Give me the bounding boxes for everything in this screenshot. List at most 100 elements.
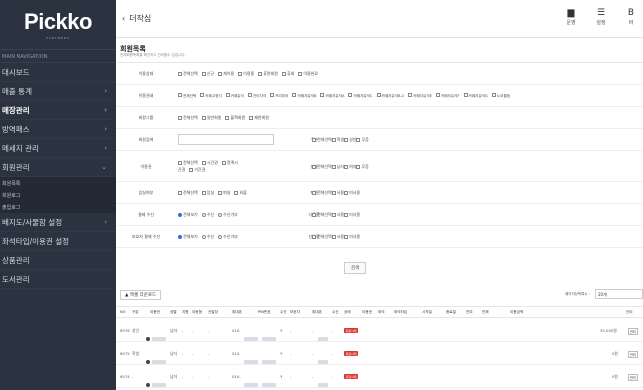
checkbox-option[interactable]: 신규	[201, 71, 214, 76]
column-header[interactable]: 지원	[182, 310, 189, 315]
column-header[interactable]: NO	[120, 310, 126, 314]
sidebar-item-members[interactable]: 회원관리 ⌄	[0, 158, 116, 177]
column-header[interactable]: 신발장	[208, 310, 218, 315]
checkbox-option[interactable]: 사용	[331, 190, 344, 195]
checkbox-option[interactable]: 시간권	[201, 160, 218, 165]
checkbox-option[interactable]: 성인	[344, 137, 356, 142]
back-button[interactable]: ‹ 더작심	[122, 13, 151, 24]
search-button[interactable]: 검색	[344, 262, 366, 274]
checkbox-option[interactable]: 외출	[234, 190, 247, 195]
radio-option[interactable]: 전체보기	[178, 234, 198, 239]
sidebar-item-quarantine[interactable]: 방역패스 ›	[0, 120, 116, 139]
delete-member-badge[interactable]: 회원삭제	[344, 351, 359, 356]
manage-button[interactable]: 관리	[628, 351, 638, 358]
checkbox-option[interactable]: 제한회원	[249, 115, 269, 120]
sidebar-subitem-entry-log[interactable]: 출입로그	[0, 201, 116, 213]
sidebar-subitem-member-log[interactable]: 회원로그	[0, 189, 116, 201]
column-header[interactable]: 잔체	[482, 310, 489, 315]
checkbox-option[interactable]: 전체선택	[312, 137, 332, 142]
checkbox-option[interactable]: 무응	[356, 164, 369, 169]
sidebar-item-store[interactable]: 매장관리 ›	[0, 101, 116, 120]
checkbox-option[interactable]: 전체선택	[178, 115, 198, 120]
checkbox-option[interactable]: 전체선택	[178, 93, 196, 98]
checkbox-option[interactable]: 관리자석	[248, 93, 266, 98]
checkbox-option[interactable]: 카페고정석	[200, 93, 222, 98]
radio-option[interactable]: 수신	[201, 234, 214, 239]
operation-button[interactable]: ▆ 운영	[559, 8, 583, 26]
column-header[interactable]: 관리	[626, 310, 633, 315]
column-header[interactable]: 성별	[170, 310, 177, 315]
perpage-select[interactable]: 20개	[595, 289, 643, 299]
checkbox-option[interactable]: 전체선택	[312, 234, 332, 239]
sidebar-item-messages[interactable]: 메세지 관리 ›	[0, 139, 116, 158]
checkbox-option[interactable]: 전체선택	[178, 190, 198, 195]
checkbox-option[interactable]: 전체선택	[312, 164, 332, 169]
radio-option[interactable]: 수신	[201, 212, 214, 217]
checkbox-option[interactable]: 카페자유석C	[348, 93, 373, 98]
checkbox-option[interactable]: 휴면회원	[258, 71, 278, 76]
checkbox-option[interactable]: 퇴실	[218, 190, 230, 195]
checkbox-option[interactable]: 카페자유석A	[320, 93, 344, 98]
delete-member-badge[interactable]: 회원삭제	[344, 328, 359, 333]
radio-option[interactable]: 전체보기	[178, 212, 198, 217]
checkbox-option[interactable]: 이용완료	[298, 71, 318, 76]
checkbox-option[interactable]: 카페자유석F	[435, 93, 460, 98]
checkbox-option[interactable]: 블랙회원	[225, 115, 245, 120]
checkbox-option[interactable]: 카페자유석G	[463, 93, 488, 98]
b-button[interactable]: B 바	[619, 8, 643, 26]
checkbox-option[interactable]: 기간권	[189, 167, 205, 172]
radio-option[interactable]: 수신거부	[218, 234, 238, 239]
column-header[interactable]: 시작일	[422, 310, 432, 315]
sidebar-item-products[interactable]: 상품관리	[0, 251, 116, 270]
logo[interactable]: Pickko PARTNERS	[0, 0, 116, 50]
sidebar-subitem-member-list[interactable]: 회원목록	[0, 177, 116, 189]
radio-option[interactable]: 수신거부	[218, 212, 238, 217]
checkbox-option[interactable]: 재이용	[218, 71, 234, 76]
checkbox-option[interactable]: 미사용	[344, 190, 360, 195]
settings-button[interactable]: ☰ 설정	[589, 8, 613, 26]
sidebar-item-sales[interactable]: 매출 통계 ›	[0, 82, 116, 101]
sidebar-item-dashboard[interactable]: 대시보드	[0, 63, 116, 82]
checkbox-option[interactable]: 일반회원	[201, 115, 221, 120]
column-header[interactable]: 이동형	[192, 310, 202, 315]
table-row[interactable]: 6575학생남자---010-Y---신규회원삭제0원관리	[116, 342, 643, 365]
checkbox-option[interactable]: 미사용	[344, 212, 360, 217]
column-header[interactable]: 종료일	[446, 310, 456, 315]
checkbox-option[interactable]: 남자	[331, 164, 344, 169]
checkbox-option[interactable]: 카페자유석B-2	[376, 93, 404, 98]
checkbox-option[interactable]: 학생	[331, 137, 344, 142]
checkbox-option[interactable]: 휴회	[281, 71, 294, 76]
checkbox-option[interactable]: 전체선택	[178, 160, 198, 165]
checkbox-option[interactable]: 프리미어	[270, 93, 288, 98]
checkbox-option[interactable]: 무응	[356, 137, 369, 142]
checkbox-option[interactable]: 카페자유석E	[408, 93, 432, 98]
column-header[interactable]: PIN번호	[258, 310, 271, 315]
checkbox-option[interactable]: 미사용	[344, 234, 360, 239]
checkbox-option[interactable]: 카페자유석B	[292, 93, 316, 98]
delete-member-badge[interactable]: 회원삭제	[344, 374, 359, 379]
sidebar-item-seat-type[interactable]: 좌석타입/이용권 설정	[0, 232, 116, 251]
column-header[interactable]: 좌석타입	[394, 310, 407, 315]
checkbox-option[interactable]: 전체선택	[312, 212, 332, 217]
column-header[interactable]: 휴대폰	[312, 310, 322, 315]
table-row[interactable]: 6576성인남자---010-Y---신규회원삭제30,000원관리	[116, 319, 643, 342]
column-header[interactable]: 보호자	[290, 310, 300, 315]
column-header[interactable]: 좌석	[378, 310, 385, 315]
column-header[interactable]: 수신	[332, 310, 339, 315]
checkbox-option[interactable]: 입실	[201, 190, 214, 195]
member-search-input[interactable]	[178, 134, 274, 145]
checkbox-option[interactable]: 사용	[331, 234, 344, 239]
column-header[interactable]: 이용권	[362, 310, 372, 315]
checkbox-option[interactable]: 이용중	[238, 71, 254, 76]
column-header[interactable]: 수신	[280, 310, 287, 315]
checkbox-option[interactable]: 여자	[344, 164, 356, 169]
checkbox-option[interactable]: 노부월정	[491, 93, 510, 98]
table-row[interactable]: 6574-남자---010-Y---신규회원삭제0원관리	[116, 365, 643, 388]
column-header[interactable]: 잔여	[466, 310, 473, 315]
excel-download-button[interactable]: ▲ 엑셀 다운로드	[120, 290, 162, 300]
checkbox-option[interactable]: 카페유석	[225, 93, 244, 98]
column-header[interactable]: 구분	[132, 310, 139, 315]
column-header[interactable]: 이용금액	[510, 310, 523, 315]
column-header[interactable]: 휴대폰	[232, 310, 242, 315]
sidebar-item-books[interactable]: 도서관리	[0, 270, 116, 289]
